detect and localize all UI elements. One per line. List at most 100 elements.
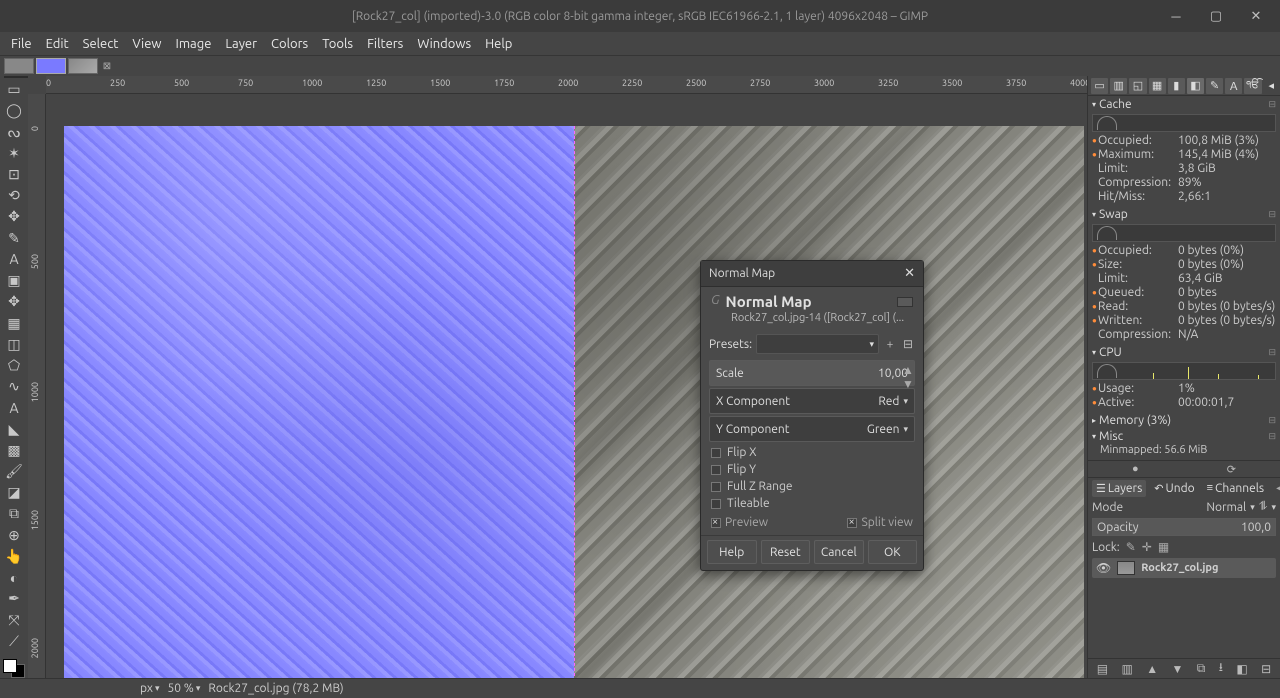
help-button[interactable]: Help: [707, 540, 757, 564]
text2-icon[interactable]: A: [3, 398, 25, 417]
heal-icon[interactable]: ⊕: [3, 526, 25, 545]
cage-icon[interactable]: ⬠: [3, 356, 25, 375]
fuzzy-select-icon[interactable]: ✶: [3, 144, 25, 163]
tab-layers[interactable]: ☰Layers: [1092, 480, 1146, 497]
manage-preset-icon[interactable]: ⊟: [901, 337, 915, 351]
image-tab-icon[interactable]: [4, 58, 34, 74]
lower-layer-icon[interactable]: ▼: [1172, 662, 1184, 676]
dock-menu-icon[interactable]: ◂: [1266, 78, 1277, 94]
tab-icon[interactable]: ▮: [1168, 78, 1185, 94]
pencil-icon[interactable]: ✎: [3, 229, 25, 248]
ycomponent-field[interactable]: Y Component Green ▾: [709, 416, 915, 442]
zoom-selector[interactable]: 50 %▾: [168, 682, 201, 695]
image-tab-rock[interactable]: [68, 58, 98, 74]
cache-header[interactable]: ▾ Cache ⊟: [1088, 96, 1280, 112]
lock-alpha-icon[interactable]: ▦: [1158, 540, 1169, 554]
crop-icon[interactable]: ⊡: [3, 165, 25, 184]
new-group-icon[interactable]: ▥: [1121, 662, 1132, 676]
tab-icon[interactable]: ◱: [1129, 78, 1146, 94]
cancel-button[interactable]: Cancel: [814, 540, 864, 564]
ruler-horizontal[interactable]: 0250500750100012501500175020002250250027…: [46, 76, 1087, 94]
tab-icon[interactable]: ੴ: [1244, 78, 1261, 94]
detach-icon[interactable]: ⊟: [1268, 209, 1276, 220]
menu-windows[interactable]: Windows: [410, 35, 478, 53]
layer-name[interactable]: Rock27_col.jpg: [1141, 562, 1218, 574]
raise-layer-icon[interactable]: ▲: [1146, 662, 1158, 676]
ruler-vertical[interactable]: 0500100015002000: [28, 94, 46, 678]
duplicate-layer-icon[interactable]: ⧉: [1197, 662, 1206, 676]
ok-button[interactable]: OK: [868, 540, 918, 564]
measure-icon[interactable]: ⟋: [3, 632, 25, 651]
mask-icon[interactable]: ◧: [1236, 662, 1247, 676]
split-handle[interactable]: [574, 126, 575, 678]
menu-layer[interactable]: Layer: [218, 35, 264, 53]
text-icon[interactable]: A: [3, 250, 25, 269]
dialog-titlebar[interactable]: Normal Map ✕: [701, 261, 923, 287]
xcomponent-field[interactable]: X Component Red ▾: [709, 388, 915, 414]
layer-row[interactable]: 👁 Rock27_col.jpg: [1092, 558, 1276, 578]
close-icon[interactable]: ✕: [1236, 0, 1276, 32]
visibility-icon[interactable]: 👁: [1096, 561, 1111, 575]
menu-file[interactable]: File: [4, 35, 39, 53]
misc-header[interactable]: ▾ Misc ⊟: [1088, 428, 1280, 444]
flipy-checkbox[interactable]: Flip Y: [701, 461, 923, 478]
scale-field[interactable]: Scale 10,00 ▲▼: [709, 360, 915, 386]
close-icon[interactable]: ✕: [904, 266, 915, 281]
rect-select-icon[interactable]: ▭: [3, 80, 25, 99]
menu-colors[interactable]: Colors: [264, 35, 315, 53]
tileable-checkbox[interactable]: Tileable: [701, 495, 923, 512]
mode-switch-icon[interactable]: ⥮: [1259, 500, 1268, 514]
brush-icon[interactable]: 🖌: [3, 462, 25, 481]
splitview-checkbox[interactable]: Split view: [847, 516, 913, 529]
menu-filters[interactable]: Filters: [360, 35, 410, 53]
memory-header[interactable]: ▸ Memory (3%) ⊟: [1088, 412, 1280, 428]
warp-icon[interactable]: ∿: [3, 377, 25, 396]
add-preset-icon[interactable]: +: [883, 338, 897, 351]
perspective-icon[interactable]: ◫: [3, 335, 25, 354]
reset-button[interactable]: Reset: [761, 540, 811, 564]
move-icon[interactable]: ✥: [3, 292, 25, 311]
lock-pixels-icon[interactable]: ✎: [1126, 540, 1136, 554]
image-tab-normal[interactable]: [36, 58, 66, 74]
menu-tools[interactable]: Tools: [315, 35, 360, 53]
menu-view[interactable]: View: [125, 35, 168, 53]
close-tab-icon[interactable]: ⊠: [100, 59, 114, 73]
detach-icon[interactable]: ⊟: [1268, 99, 1276, 110]
menu-help[interactable]: Help: [478, 35, 519, 53]
dock-menu-icon[interactable]: ◂: [1276, 482, 1280, 494]
canvas[interactable]: [46, 94, 1087, 678]
minimize-icon[interactable]: ─: [1156, 0, 1196, 32]
new-layer-icon[interactable]: ▤: [1097, 662, 1108, 676]
free-select-icon[interactable]: ᔓ: [3, 122, 25, 141]
tab-icon[interactable]: ▦: [1149, 78, 1166, 94]
preview-checkbox[interactable]: Preview: [711, 516, 768, 529]
maximize-icon[interactable]: ▢: [1196, 0, 1236, 32]
flipx-checkbox[interactable]: Flip X: [701, 444, 923, 461]
detach-icon[interactable]: ⊟: [1268, 415, 1276, 426]
tab-channels[interactable]: ≡Channels: [1203, 480, 1268, 497]
pattern-icon[interactable]: ▩: [3, 441, 25, 460]
delete-layer-icon[interactable]: ⊟: [1261, 662, 1271, 676]
gradient-icon[interactable]: ◣: [3, 420, 25, 439]
clone-icon[interactable]: ⧉: [3, 504, 25, 523]
transform-icon[interactable]: ✥: [3, 207, 25, 226]
tab-undo[interactable]: ↶Undo: [1150, 480, 1198, 497]
blend-mode-row[interactable]: Mode Normal ▾ ⥮ ▾: [1088, 498, 1280, 516]
tab-icon[interactable]: ✎: [1206, 78, 1223, 94]
fgbg-colors[interactable]: [3, 659, 25, 678]
tab-icon[interactable]: Ａ: [1225, 78, 1242, 94]
cpu-header[interactable]: ▾ CPU ⊟: [1088, 344, 1280, 360]
detach-icon[interactable]: ⊟: [1268, 347, 1276, 358]
ellipse-select-icon[interactable]: ◯: [3, 101, 25, 120]
lock-position-icon[interactable]: ✛: [1142, 540, 1152, 554]
menu-image[interactable]: Image: [169, 35, 219, 53]
detach-icon[interactable]: ⊟: [1268, 431, 1276, 442]
menu-edit[interactable]: Edit: [39, 35, 76, 53]
record-icon[interactable]: ●: [1132, 463, 1139, 475]
tab-icon[interactable]: ▭: [1091, 78, 1108, 94]
bucket-icon[interactable]: ▣: [3, 271, 25, 290]
rotate-icon[interactable]: ⟲: [3, 186, 25, 205]
merge-layer-icon[interactable]: ⭳: [1219, 658, 1223, 679]
smudge-icon[interactable]: 👆: [3, 547, 25, 566]
eraser-icon[interactable]: ◪: [3, 483, 25, 502]
